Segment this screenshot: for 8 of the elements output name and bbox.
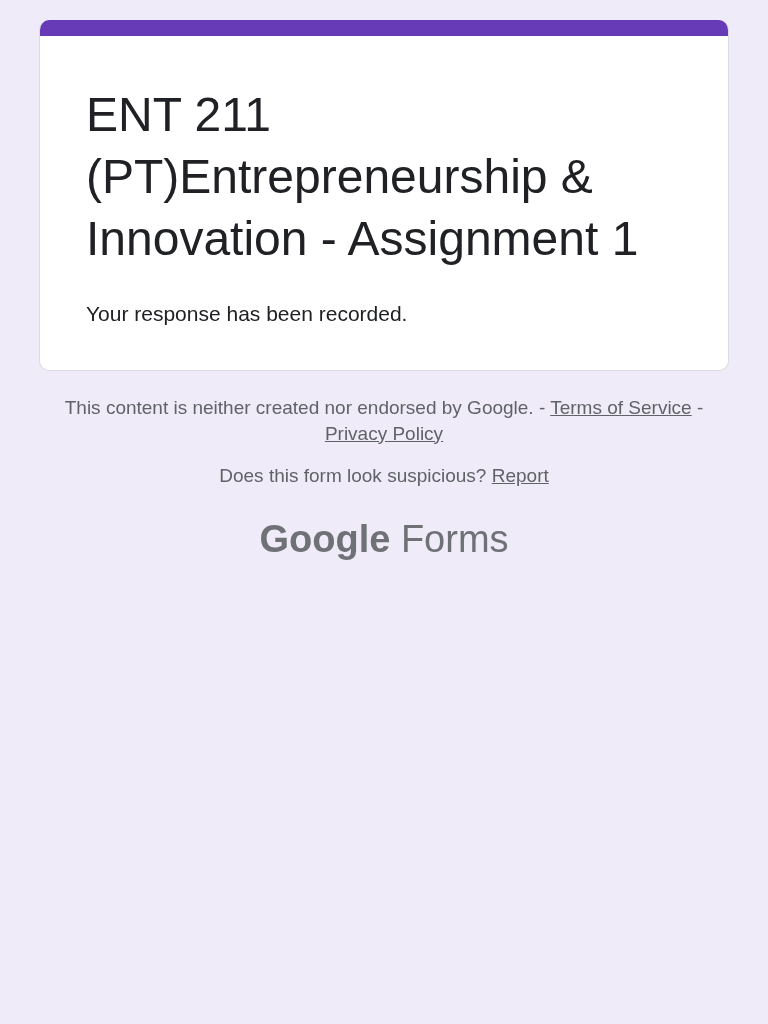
footer-link[interactable]: Terms of Service — [550, 396, 692, 418]
form-title: ENT 211 (PT)Entrepreneurship & Innovation - Assignment 1 — [86, 87, 640, 267]
disclaimer-text: This content is neither created nor endorsed by Google. - Terms of Service - Privacy Policy — [63, 395, 705, 446]
report-text: Does this form look suspicious? Report — [218, 463, 550, 488]
confirmation-message: Your response has been recorded. — [86, 301, 409, 327]
report-link[interactable]: Report — [491, 464, 549, 486]
footer-link[interactable]: Privacy Policy — [324, 422, 444, 444]
product-logo: Google Forms — [258, 516, 510, 562]
